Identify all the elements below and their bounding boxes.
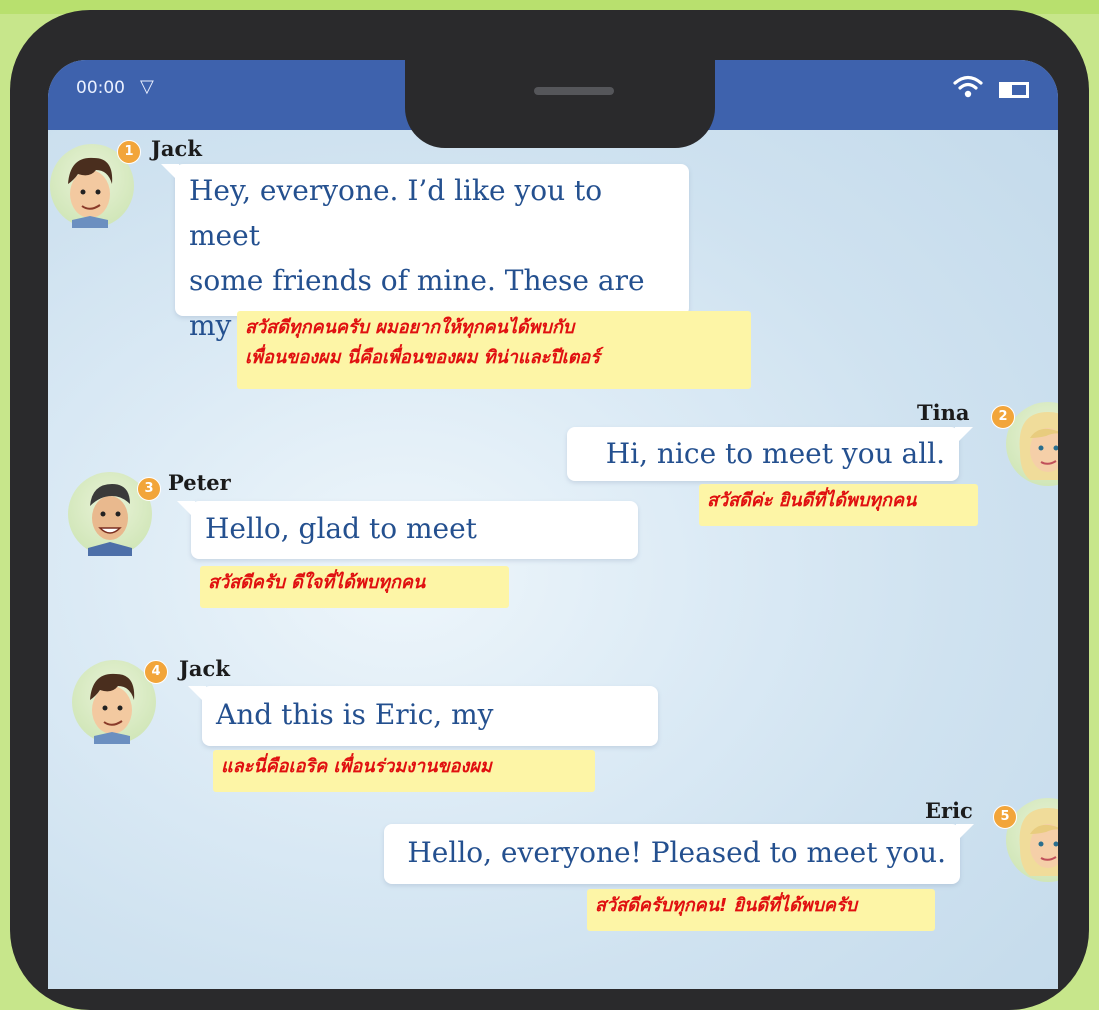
sender-name: Eric [925, 798, 973, 823]
message-line: Hi, nice to meet you all. [605, 437, 945, 470]
translation-line: เพื่อนของผม นี่คือเพื่อนของผม ทิน่าและปี… [245, 347, 600, 368]
message-line: some friends of mine. These are [189, 264, 645, 297]
message-line: Hello, everyone! Pleased to meet you. [407, 836, 946, 869]
translation-line: สวัสดีค่ะ ยินดีที่ได้พบทุกคน [707, 490, 917, 511]
chat-screen: 00:00 ▽ 1 Jack Hey, everyone. I’d like y… [48, 60, 1058, 989]
message-number-badge: 4 [144, 660, 168, 684]
translation-note: สวัสดีครับทุกคน! ยินดีที่ได้พบครับ [587, 889, 935, 931]
message-bubble[interactable]: Hey, everyone. I’d like you to meet some… [161, 164, 689, 342]
message-line: Hey, everyone. I’d like you to meet [189, 174, 603, 252]
translation-note: และนี่คือเอริค เพื่อนร่วมงานของผม [213, 750, 595, 792]
message-number-badge: 5 [993, 805, 1017, 829]
translation-note: สวัสดีครับ ดีใจที่ได้พบทุกคน [200, 566, 509, 608]
message-number-badge: 2 [991, 405, 1015, 429]
wifi-icon [953, 75, 983, 98]
message-bubble[interactable]: Hi, nice to meet you all. [567, 427, 973, 481]
battery-icon [999, 82, 1029, 98]
sender-name: Jack [179, 656, 230, 681]
translation-line: สวัสดีครับทุกคน! ยินดีที่ได้พบครับ [595, 895, 858, 916]
translation-note: สวัสดีค่ะ ยินดีที่ได้พบทุกคน [699, 484, 978, 526]
sender-name: Tina [917, 400, 970, 425]
sender-name: Jack [151, 136, 202, 161]
status-time: 00:00 [76, 78, 125, 98]
translation-line: และนี่คือเอริค เพื่อนร่วมงานของผม [221, 756, 492, 777]
message-bubble[interactable]: And this is Eric, my colleague. [188, 686, 658, 781]
translation-note: สวัสดีทุกคนครับ ผมอยากให้ทุกคนได้พบกับ เ… [237, 311, 751, 389]
signal-icon: ▽ [140, 76, 154, 97]
sender-name: Peter [168, 470, 231, 495]
translation-line: สวัสดีทุกคนครับ ผมอยากให้ทุกคนได้พบกับ [245, 317, 575, 338]
message-number-badge: 1 [117, 140, 141, 164]
translation-line: สวัสดีครับ ดีใจที่ได้พบทุกคน [208, 572, 426, 593]
phone-notch [405, 60, 715, 148]
phone-frame: 00:00 ▽ 1 Jack Hey, everyone. I’d like y… [10, 10, 1089, 1010]
message-bubble[interactable]: Hello, everyone! Pleased to meet you. [384, 824, 974, 884]
message-bubble[interactable]: Hello, glad to meet everyone. [177, 501, 638, 593]
message-number-badge: 3 [137, 477, 161, 501]
speaker-grille [534, 87, 614, 95]
